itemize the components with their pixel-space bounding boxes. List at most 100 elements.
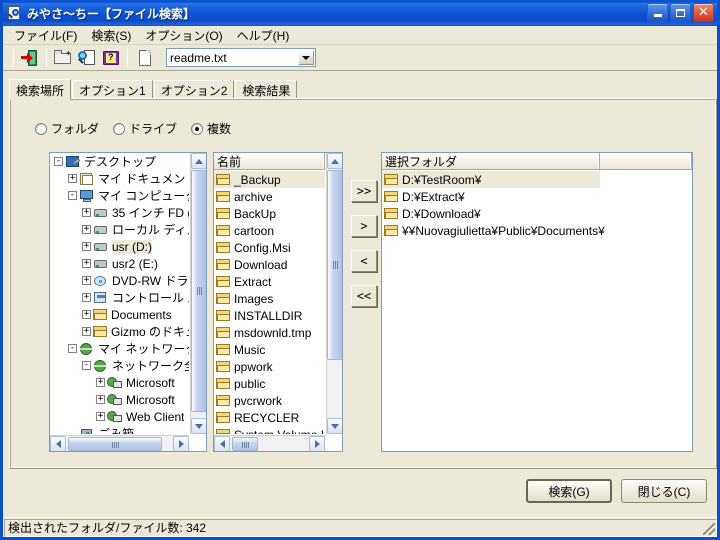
folder-list-item[interactable]: Extract	[214, 273, 325, 290]
folder-list-vthumb[interactable]	[327, 170, 342, 360]
scroll-right-icon[interactable]	[173, 435, 189, 451]
folder-tree-hscrollbar[interactable]	[50, 435, 189, 451]
tree-expander-icon[interactable]: +	[96, 378, 105, 387]
radio-drive[interactable]: ドライブ	[113, 120, 177, 137]
search-document-icon[interactable]	[76, 47, 98, 69]
folder-tree-hthumb[interactable]	[68, 437, 162, 451]
tree-expander-icon[interactable]: -	[68, 344, 77, 353]
folder-list-vscrollbar[interactable]	[326, 153, 342, 434]
tree-node[interactable]: +35 インチ FD (	[50, 204, 189, 221]
new-document-icon[interactable]	[133, 47, 155, 69]
selected-folder-item[interactable]: D:¥Extract¥	[382, 188, 692, 205]
radio-multiple[interactable]: 複数	[191, 120, 231, 137]
folder-list-header-name[interactable]: 名前	[214, 153, 325, 169]
tree-node[interactable]: + ローカル ディス	[50, 221, 189, 238]
tree-expander-icon[interactable]: +	[82, 276, 91, 285]
tree-expander-icon[interactable]: +	[68, 174, 77, 183]
tree-expander-icon[interactable]: -	[68, 191, 77, 200]
tree-node[interactable]: - マイ ネットワーク	[50, 340, 189, 357]
selected-folder-item[interactable]: D:¥TestRoom¥	[382, 171, 600, 188]
tree-node[interactable]: + usr (D:)	[50, 238, 189, 255]
search-button[interactable]: 検索(G)	[526, 479, 612, 503]
remove-button[interactable]: <	[351, 250, 377, 272]
tree-expander-icon[interactable]: +	[82, 293, 91, 302]
folder-list-item[interactable]: _Backup	[214, 171, 325, 188]
scroll-left-icon[interactable]	[214, 435, 230, 451]
folder-list-item[interactable]: ppwork	[214, 358, 325, 375]
resize-grip[interactable]	[703, 523, 715, 535]
selected-folder-header-extra[interactable]	[600, 153, 692, 169]
folder-list-item[interactable]: pvcrwork	[214, 392, 325, 409]
folder-list-item[interactable]: Music	[214, 341, 325, 358]
book-icon[interactable]: ?	[100, 47, 122, 69]
exit-icon[interactable]	[19, 47, 41, 69]
folder-list-item[interactable]: msdownld.tmp	[214, 324, 325, 341]
tree-expander-icon[interactable]: +	[82, 327, 91, 336]
tab-search-results[interactable]: 検索結果	[235, 80, 298, 99]
remove-all-button[interactable]: <<	[351, 285, 377, 307]
folder-list-item[interactable]: Download	[214, 256, 325, 273]
folder-list-item[interactable]: INSTALLDIR	[214, 307, 325, 324]
folder-tree[interactable]: - デスクトップ + マイ ドキュメント - マイ コンピュータ +35 インチ FD (+…	[49, 152, 207, 452]
tree-node[interactable]: - マイ コンピュータ	[50, 187, 189, 204]
folder-list-hthumb[interactable]	[232, 437, 258, 451]
tree-node[interactable]: + Documents	[50, 306, 189, 323]
close-dialog-button[interactable]: 閉じる(C)	[621, 479, 707, 503]
tree-expander-icon[interactable]: +	[82, 259, 91, 268]
folder-list-item[interactable]: archive	[214, 188, 325, 205]
menu-search[interactable]: 検索(S)	[84, 25, 138, 46]
tree-node[interactable]: + マイ ドキュメント	[50, 170, 189, 187]
tree-node[interactable]: - デスクトップ	[50, 153, 189, 170]
minimize-button[interactable]	[647, 3, 668, 22]
scroll-down-icon[interactable]	[327, 418, 342, 434]
folder-list-item[interactable]: public	[214, 375, 325, 392]
folder-list-hscrollbar[interactable]	[214, 435, 325, 451]
close-button[interactable]: ✕	[693, 3, 714, 22]
tree-expander-icon[interactable]: +	[82, 310, 91, 319]
menu-file[interactable]: ファイル(F)	[7, 25, 84, 46]
folder-list-item[interactable]: BackUp	[214, 205, 325, 222]
tree-node[interactable]: + Microsoft	[50, 374, 189, 391]
tree-node[interactable]: + Microsoft	[50, 391, 189, 408]
tree-node[interactable]: ♻ごみ箱	[50, 425, 189, 434]
folder-list-item[interactable]: System Volume Inf	[214, 426, 325, 434]
tab-search-location[interactable]: 検索場所	[9, 79, 72, 100]
scroll-up-icon[interactable]	[191, 153, 206, 169]
scroll-up-icon[interactable]	[327, 153, 342, 169]
tree-expander-icon[interactable]: +	[82, 225, 91, 234]
maximize-button[interactable]	[670, 3, 691, 22]
selected-folder-list[interactable]: 選択フォルダ D:¥TestRoom¥ D:¥Extract¥ D:¥Downloa…	[381, 152, 693, 452]
tree-expander-icon[interactable]: +	[82, 242, 91, 251]
filename-combo[interactable]: readme.txt	[166, 48, 316, 67]
add-all-button[interactable]: >>	[351, 180, 377, 202]
selected-folder-item[interactable]: D:¥Download¥	[382, 205, 692, 222]
chevron-down-icon[interactable]	[298, 50, 314, 65]
tree-expander-icon[interactable]: +	[82, 208, 91, 217]
selected-folder-header-path[interactable]: 選択フォルダ	[382, 153, 600, 169]
tab-option-1[interactable]: オプション1	[72, 80, 153, 99]
tree-node[interactable]: + DVD-RW ドラ	[50, 272, 189, 289]
menu-options[interactable]: オプション(O)	[138, 25, 229, 46]
tree-node[interactable]: + コントロール パ	[50, 289, 189, 306]
selected-folder-item[interactable]: ¥¥Nuovagiulietta¥Public¥Documents¥	[382, 222, 692, 239]
folder-tree-vthumb[interactable]	[191, 170, 206, 412]
tree-node[interactable]: - ネットワーク全体	[50, 357, 189, 374]
scroll-right-icon[interactable]	[309, 435, 325, 451]
tree-node[interactable]: + Web Client	[50, 408, 189, 425]
tree-expander-icon[interactable]: +	[96, 395, 105, 404]
folder-list-item[interactable]: Images	[214, 290, 325, 307]
tree-node[interactable]: + usr2 (E:)	[50, 255, 189, 272]
tree-expander-icon[interactable]: +	[96, 412, 105, 421]
tree-expander-icon[interactable]: -	[82, 361, 91, 370]
folder-list-item[interactable]: cartoon	[214, 222, 325, 239]
tab-option-2[interactable]: オプション2	[153, 80, 235, 99]
scroll-down-icon[interactable]	[191, 418, 206, 434]
folder-list-item[interactable]: Config.Msi	[214, 239, 325, 256]
folder-list[interactable]: 名前 _Backup archive BackUp cartoon Config.Msi…	[213, 152, 343, 452]
menu-help[interactable]: ヘルプ(H)	[230, 25, 297, 46]
folder-open-icon[interactable]: ✦	[52, 47, 74, 69]
folder-list-item[interactable]: RECYCLER	[214, 409, 325, 426]
scroll-left-icon[interactable]	[50, 435, 66, 451]
tree-node[interactable]: + Gizmo のドキュ	[50, 323, 189, 340]
add-button[interactable]: >	[351, 215, 377, 237]
